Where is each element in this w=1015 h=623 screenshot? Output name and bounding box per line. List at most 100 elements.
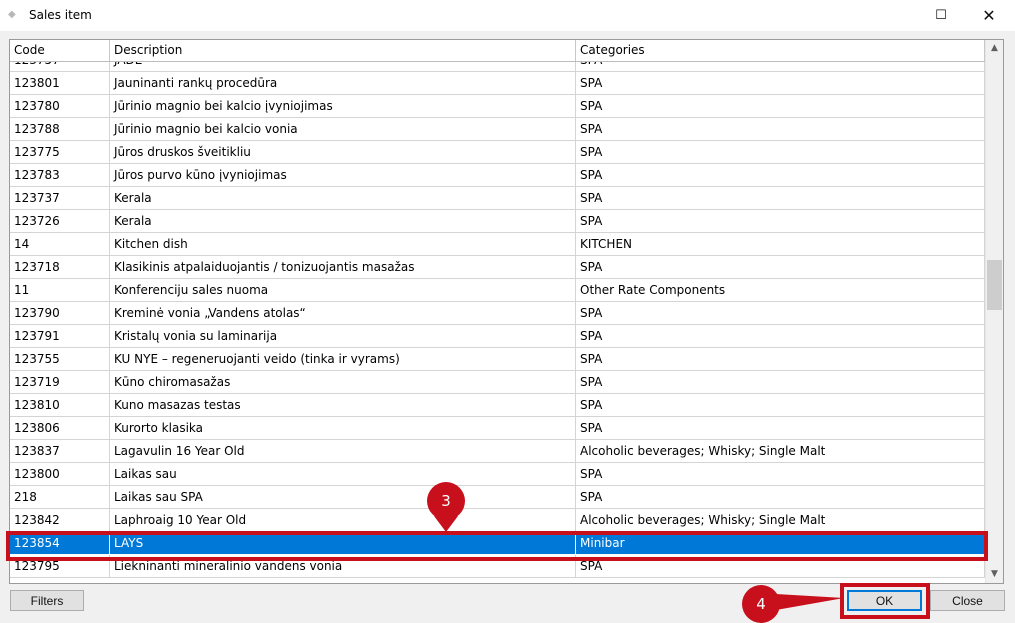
table-row[interactable]: 123719 Kūno chiromasažas SPA [10,371,985,394]
grid-header: Code Description Categories [10,40,985,62]
category-cell: SPA [576,371,985,394]
table-row[interactable]: 123810 Kuno masazas testas SPA [10,394,985,417]
table-row[interactable]: 123780 Jūrinio magnio bei kalcio įvynioji… [10,95,985,118]
code-cell: 123801 [10,72,110,95]
code-cell: 14 [10,233,110,256]
code-cell: 123791 [10,325,110,348]
category-cell: SPA [576,302,985,325]
sales-item-grid: Code Description Categories 123757JADESP… [9,39,1004,584]
code-cell: 123719 [10,371,110,394]
table-row[interactable]: 14 Kitchen dish KITCHEN [10,233,985,256]
description-cell: Laikas sau SPA [110,486,576,509]
description-cell: Kreminė vonia „Vandens atolas“ [110,302,576,325]
description-cell: Kristalų vonia su laminarija [110,325,576,348]
code-cell: 218 [10,486,110,509]
table-row[interactable]: 218 Laikas sau SPA SPA [10,486,985,509]
code-cell: 123790 [10,302,110,325]
category-cell: SPA [576,62,985,72]
table-row[interactable]: 11 Konferenciju sales nuoma Other Rate Com… [10,279,985,302]
table-row[interactable]: 123737 Kerala SPA [10,187,985,210]
category-cell: SPA [576,187,985,210]
close-button[interactable]: Close [930,590,1005,611]
category-cell: SPA [576,463,985,486]
category-cell: SPA [576,348,985,371]
code-cell: 123757 [10,62,110,72]
category-cell: SPA [576,95,985,118]
description-cell: Konferenciju sales nuoma [110,279,576,302]
table-row[interactable]: 123790 Kreminė vonia „Vandens atolas“ SPA [10,302,985,325]
description-cell: Jūrinio magnio bei kalcio įvyniojimas [110,95,576,118]
category-cell: SPA [576,118,985,141]
category-cell: Other Rate Components [576,279,985,302]
category-cell: SPA [576,72,985,95]
table-row[interactable]: 123775 Jūros druskos šveitikliu SPA [10,141,985,164]
description-cell: Laphroaig 10 Year Old [110,509,576,532]
table-row[interactable]: 123755 KU NYE – regeneruojanti veido (tin… [10,348,985,371]
description-cell: Kerala [110,187,576,210]
filters-button[interactable]: Filters [10,590,84,611]
column-header-description[interactable]: Description [110,40,576,61]
description-cell: Jūros purvo kūno įvyniojimas [110,164,576,187]
category-cell: SPA [576,256,985,279]
close-window-button[interactable]: ✕ [966,0,1012,31]
code-cell: 123726 [10,210,110,233]
code-cell: 123718 [10,256,110,279]
table-row[interactable]: 123791 Kristalų vonia su laminarija SPA [10,325,985,348]
code-cell: 123810 [10,394,110,417]
description-cell: Kerala [110,210,576,233]
table-row[interactable]: 123783 Jūros purvo kūno įvyniojimas SPA [10,164,985,187]
column-header-code[interactable]: Code [10,40,110,61]
description-cell: Klasikinis atpalaiduojantis / tonizuojan… [110,256,576,279]
maximize-icon: ☐ [935,8,947,23]
description-cell: Jūros druskos šveitikliu [110,141,576,164]
table-row[interactable]: 123801 Jauninanti rankų procedūra SPA [10,72,985,95]
description-cell: Kuno masazas testas [110,394,576,417]
code-cell: 123842 [10,509,110,532]
window-title: Sales item [29,8,92,22]
code-cell: 123755 [10,348,110,371]
code-cell: 123783 [10,164,110,187]
scrollbar-thumb[interactable] [987,260,1002,310]
code-cell: 123737 [10,187,110,210]
table-row[interactable]: 123842 Laphroaig 10 Year Old Alcoholic bev… [10,509,985,532]
table-row[interactable]: 123800 Laikas sau SPA [10,463,985,486]
vertical-scrollbar[interactable]: ▲ ▼ [985,40,1003,583]
title-bar: ◆ Sales item ☐ ✕ [0,0,1015,31]
close-icon: ✕ [982,6,996,25]
step-marker-4: 4 [742,585,780,623]
code-cell: 123837 [10,440,110,463]
category-cell: SPA [576,417,985,440]
code-cell: 123806 [10,417,110,440]
category-cell: SPA [576,325,985,348]
category-cell: Alcoholic beverages; Whisky; Single Malt [576,509,985,532]
table-row[interactable]: 123726 Kerala SPA [10,210,985,233]
ok-button[interactable]: OK [847,590,922,611]
category-cell: SPA [576,164,985,187]
table-row[interactable]: 123837 Lagavulin 16 Year Old Alcoholic bev… [10,440,985,463]
category-cell: SPA [576,394,985,417]
description-cell: Jūrinio magnio bei kalcio vonia [110,118,576,141]
table-row[interactable]: 123718 Klasikinis atpalaiduojantis / toni… [10,256,985,279]
description-cell: Kurorto klasika [110,417,576,440]
table-row[interactable]: 123788 Jūrinio magnio bei kalcio vonia SPA [10,118,985,141]
description-cell: Kitchen dish [110,233,576,256]
category-cell: SPA [576,486,985,509]
table-row[interactable]: 123757JADESPA [10,62,985,72]
scroll-down-icon[interactable]: ▼ [986,566,1003,583]
description-cell: KU NYE – regeneruojanti veido (tinka ir … [110,348,576,371]
selected-row-highlight [6,531,988,561]
description-cell: JADE [110,62,576,72]
category-cell: SPA [576,141,985,164]
category-cell: SPA [576,210,985,233]
description-cell: Kūno chiromasažas [110,371,576,394]
maximize-button[interactable]: ☐ [918,0,964,31]
category-cell: KITCHEN [576,233,985,256]
marker-4-pointer [776,594,844,610]
table-row[interactable]: 123806 Kurorto klasika SPA [10,417,985,440]
scroll-up-icon[interactable]: ▲ [986,40,1003,57]
category-cell: Alcoholic beverages; Whisky; Single Malt [576,440,985,463]
code-cell: 123788 [10,118,110,141]
code-cell: 123780 [10,95,110,118]
column-header-categories[interactable]: Categories [576,40,985,61]
app-icon: ◆ [8,9,16,20]
